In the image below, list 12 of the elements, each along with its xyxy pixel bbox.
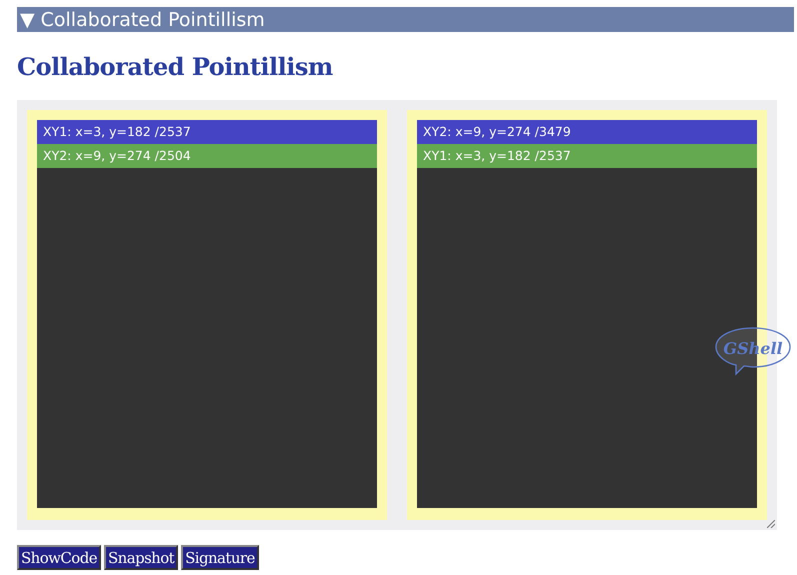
action-button[interactable]: Signature [181,545,259,570]
page-heading: Collaborated Pointillism [17,51,334,81]
section-header[interactable]: ▼ Collaborated Pointillism [17,7,794,32]
coordinate-row: XY1: x=3, y=182 /2537 [417,144,757,168]
triangle-icon: ▼ [20,8,35,30]
section-title: Collaborated Pointillism [40,8,265,30]
action-button[interactable]: ShowCode [17,545,101,570]
coordinate-row: XY2: x=9, y=274 /3479 [417,120,757,144]
action-button[interactable]: Snapshot [104,545,178,570]
coordinate-row: XY1: x=3, y=182 /2537 [37,120,377,144]
resize-grip-icon[interactable] [767,520,775,528]
coordinate-row: XY2: x=9, y=274 /2504 [37,144,377,168]
